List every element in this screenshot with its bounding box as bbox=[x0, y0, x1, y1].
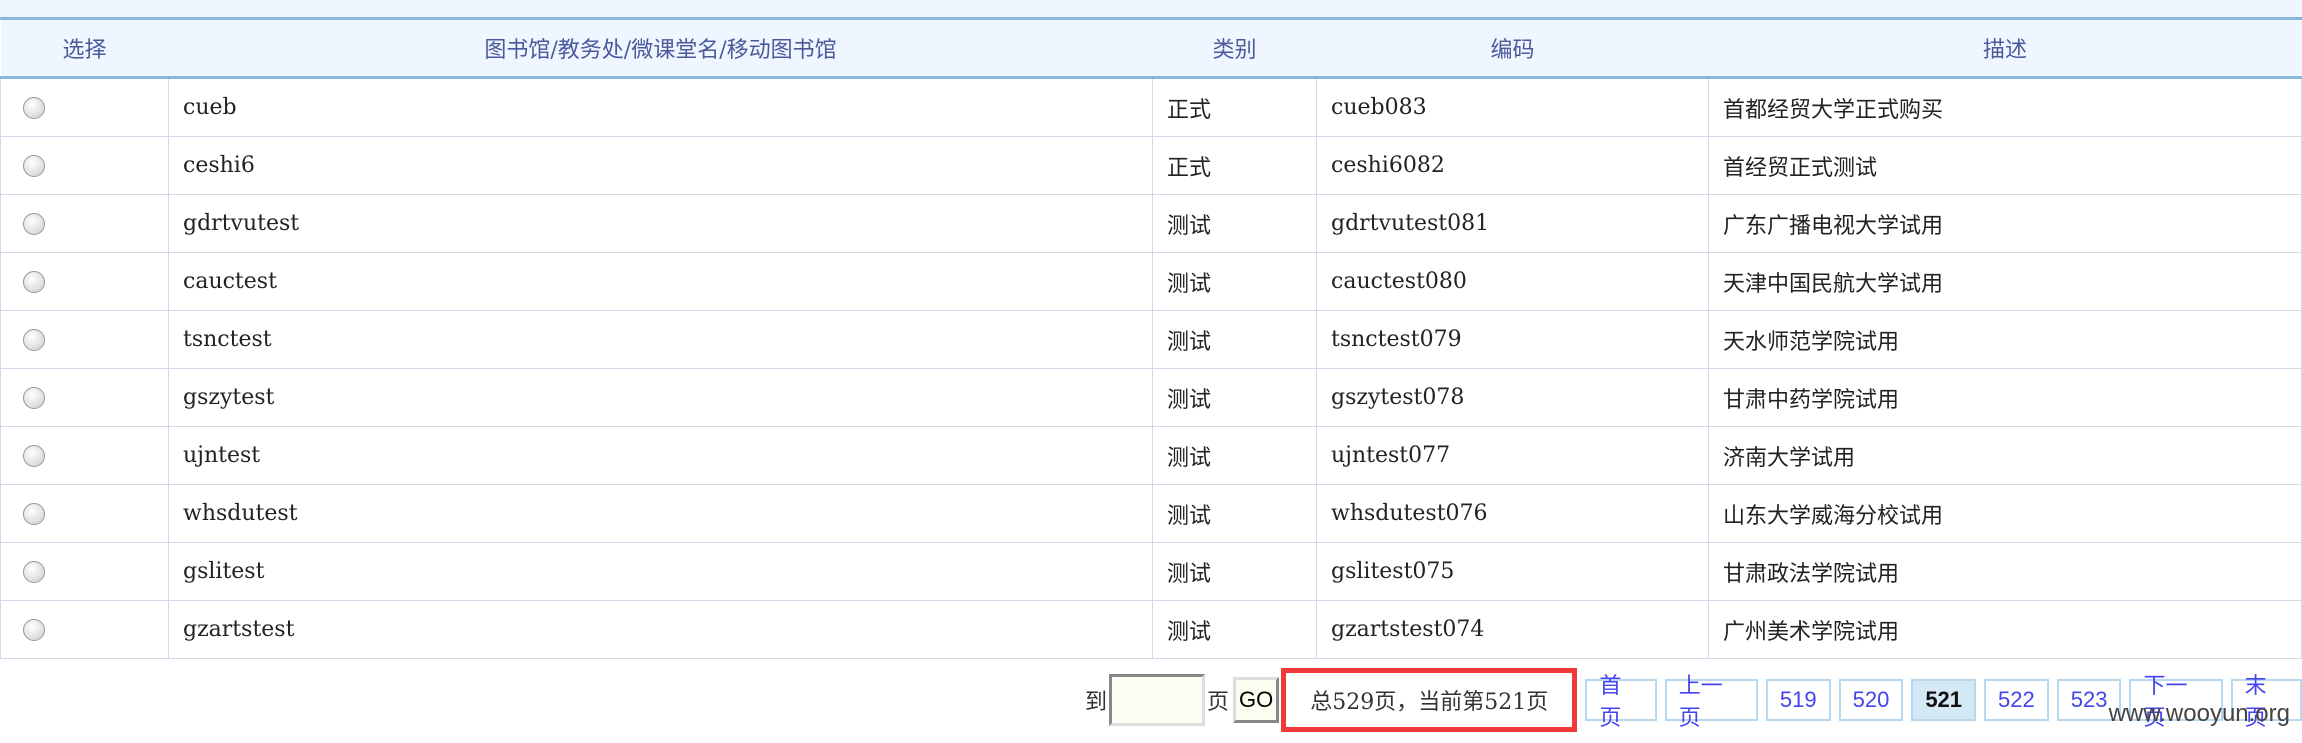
select-radio[interactable] bbox=[23, 619, 45, 641]
cell-description: 天水师范学院试用 bbox=[1708, 310, 2302, 369]
cell-code: cueb083 bbox=[1316, 77, 1709, 137]
cell-code: ceshi6082 bbox=[1316, 136, 1709, 195]
select-radio[interactable] bbox=[23, 503, 45, 525]
select-cell bbox=[0, 194, 169, 253]
cell-description: 首经贸正式测试 bbox=[1708, 136, 2302, 195]
select-radio[interactable] bbox=[23, 213, 45, 235]
select-cell bbox=[0, 136, 169, 195]
cell-type: 正式 bbox=[1152, 77, 1317, 137]
cell-type: 测试 bbox=[1152, 310, 1317, 369]
cell-type: 测试 bbox=[1152, 194, 1317, 253]
cell-type: 测试 bbox=[1152, 368, 1317, 427]
select-radio[interactable] bbox=[23, 329, 45, 351]
cell-description: 首都经贸大学正式购买 bbox=[1708, 77, 2302, 137]
select-cell bbox=[0, 484, 169, 543]
page-button-522[interactable]: 522 bbox=[1984, 679, 2049, 721]
cell-code: gdrtvutest081 bbox=[1316, 194, 1709, 253]
cell-name: tsnctest bbox=[168, 310, 1153, 369]
table-row: cueb 正式 cueb083 首都经贸大学正式购买 bbox=[0, 77, 2302, 137]
header-type: 类别 bbox=[1152, 20, 1317, 79]
watermark: www.wooyun.org bbox=[2108, 700, 2290, 727]
header-description: 描述 bbox=[1708, 20, 2302, 79]
cell-description: 广东广播电视大学试用 bbox=[1708, 194, 2302, 253]
page-button-521-current[interactable]: 521 bbox=[1911, 679, 1977, 721]
cell-description: 甘肃政法学院试用 bbox=[1708, 542, 2302, 601]
select-radio[interactable] bbox=[23, 97, 45, 119]
cell-name: cueb bbox=[168, 77, 1153, 137]
table-row: cauctest 测试 cauctest080 天津中国民航大学试用 bbox=[0, 252, 2302, 311]
select-radio[interactable] bbox=[23, 271, 45, 293]
page-info: 总529页，当前第521页 bbox=[1281, 668, 1578, 732]
cell-description: 济南大学试用 bbox=[1708, 426, 2302, 485]
page-button-520[interactable]: 520 bbox=[1838, 679, 1904, 721]
select-cell bbox=[0, 426, 169, 485]
cell-name: ceshi6 bbox=[168, 136, 1153, 195]
cell-name: gzartstest bbox=[168, 600, 1153, 659]
cell-description: 广州美术学院试用 bbox=[1708, 600, 2302, 659]
cell-code: gzartstest074 bbox=[1316, 600, 1709, 659]
select-radio[interactable] bbox=[23, 445, 45, 467]
panel-title-bar bbox=[0, 0, 2302, 20]
cell-code: tsnctest079 bbox=[1316, 310, 1709, 369]
table-row: tsnctest 测试 tsnctest079 天水师范学院试用 bbox=[0, 310, 2302, 369]
cell-type: 测试 bbox=[1152, 484, 1317, 543]
cell-type: 测试 bbox=[1152, 252, 1317, 311]
select-cell bbox=[0, 600, 169, 659]
select-radio[interactable] bbox=[23, 155, 45, 177]
select-cell bbox=[0, 77, 169, 137]
library-table: 选择 图书馆/教务处/微课堂名/移动图书馆 类别 编码 描述 cueb 正式 cue… bbox=[0, 20, 2302, 659]
table-header: 选择 图书馆/教务处/微课堂名/移动图书馆 类别 编码 描述 bbox=[0, 20, 2302, 79]
cell-type: 测试 bbox=[1152, 542, 1317, 601]
cell-type: 测试 bbox=[1152, 426, 1317, 485]
cell-code: gslitest075 bbox=[1316, 542, 1709, 601]
page-number-input[interactable] bbox=[1109, 674, 1206, 726]
go-button[interactable]: GO bbox=[1233, 677, 1280, 723]
cell-description: 甘肃中药学院试用 bbox=[1708, 368, 2302, 427]
select-radio[interactable] bbox=[23, 387, 45, 409]
cell-description: 天津中国民航大学试用 bbox=[1708, 252, 2302, 311]
cell-code: ujntest077 bbox=[1316, 426, 1709, 485]
table-row: ceshi6 正式 ceshi6082 首经贸正式测试 bbox=[0, 136, 2302, 195]
header-select: 选择 bbox=[0, 20, 169, 79]
header-name: 图书馆/教务处/微课堂名/移动图书馆 bbox=[168, 20, 1153, 79]
cell-name: ujntest bbox=[168, 426, 1153, 485]
cell-name: cauctest bbox=[168, 252, 1153, 311]
table-row: gslitest 测试 gslitest075 甘肃政法学院试用 bbox=[0, 542, 2302, 601]
prev-page-button[interactable]: 上一页 bbox=[1664, 673, 1758, 730]
table-row: gdrtvutest 测试 gdrtvutest081 广东广播电视大学试用 bbox=[0, 194, 2302, 253]
page-label: 页 bbox=[1207, 690, 1230, 715]
table-row: gszytest 测试 gszytest078 甘肃中药学院试用 bbox=[0, 368, 2302, 427]
header-code: 编码 bbox=[1316, 20, 1709, 79]
goto-label: 到 bbox=[1085, 690, 1108, 715]
cell-code: whsdutest076 bbox=[1316, 484, 1709, 543]
cell-description: 山东大学威海分校试用 bbox=[1708, 484, 2302, 543]
select-cell bbox=[0, 542, 169, 601]
first-page-button[interactable]: 首页 bbox=[1585, 673, 1657, 730]
cell-type: 正式 bbox=[1152, 136, 1317, 195]
page-button-519[interactable]: 519 bbox=[1765, 679, 1831, 721]
cell-name: gszytest bbox=[168, 368, 1153, 427]
select-cell bbox=[0, 368, 169, 427]
select-cell bbox=[0, 310, 169, 369]
table-row: gzartstest 测试 gzartstest074 广州美术学院试用 bbox=[0, 600, 2302, 659]
cell-name: whsdutest bbox=[168, 484, 1153, 543]
select-cell bbox=[0, 252, 169, 311]
cell-name: gslitest bbox=[168, 542, 1153, 601]
cell-name: gdrtvutest bbox=[168, 194, 1153, 253]
cell-code: gszytest078 bbox=[1316, 368, 1709, 427]
select-radio[interactable] bbox=[23, 561, 45, 583]
cell-type: 测试 bbox=[1152, 600, 1317, 659]
table-row: ujntest 测试 ujntest077 济南大学试用 bbox=[0, 426, 2302, 485]
table-row: whsdutest 测试 whsdutest076 山东大学威海分校试用 bbox=[0, 484, 2302, 543]
cell-code: cauctest080 bbox=[1316, 252, 1709, 311]
